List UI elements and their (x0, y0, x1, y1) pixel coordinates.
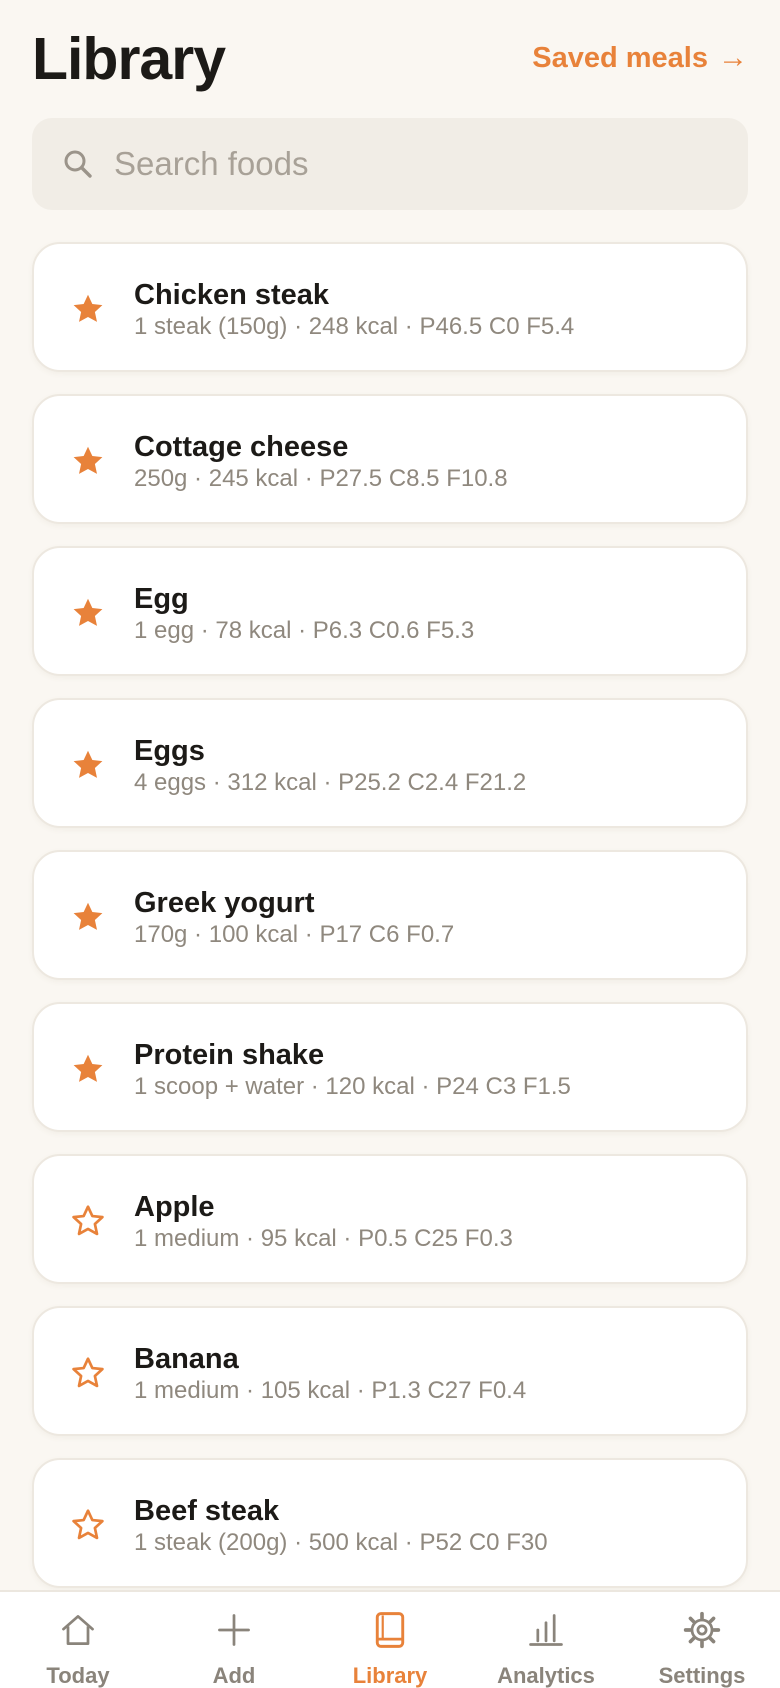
food-nutrition: 1 egg · 78 kcal · P6.3 C0.6 F5.3 (134, 617, 475, 644)
search-bar[interactable] (32, 118, 748, 210)
tab-label: Add (212, 1663, 256, 1688)
star-filled-icon[interactable] (70, 595, 106, 631)
food-card[interactable]: Beef steak 1 steak (200g) · 500 kcal · P… (32, 1458, 748, 1588)
food-nutrition: 1 steak (200g) · 500 kcal · P52 C0 F30 (134, 1529, 548, 1556)
tab-library[interactable]: Library (312, 1592, 468, 1688)
food-name: Protein shake (134, 1039, 325, 1071)
food-name: Chicken steak (134, 279, 330, 311)
saved-meals-label: Saved meals (532, 42, 708, 74)
star-filled-icon[interactable] (70, 1051, 106, 1087)
saved-meals-link[interactable]: Saved meals → (532, 40, 748, 76)
food-name: Apple (134, 1191, 215, 1223)
arrow-right-icon: → (718, 41, 748, 74)
star-filled-icon[interactable] (70, 899, 106, 935)
tab-bar: Today Add Library Analytics Settings (0, 1590, 780, 1688)
food-name: Egg (134, 583, 189, 615)
header: Library Saved meals → (0, 0, 780, 110)
search-icon (64, 150, 92, 178)
star-outline-icon[interactable] (70, 1355, 106, 1391)
food-name: Greek yogurt (134, 887, 315, 919)
tab-today[interactable]: Today (0, 1592, 156, 1688)
food-name: Eggs (134, 735, 205, 767)
tab-label: Library (352, 1663, 428, 1688)
search-input[interactable] (114, 145, 714, 183)
plus-icon (218, 1614, 250, 1646)
food-nutrition: 1 scoop + water · 120 kcal · P24 C3 F1.5 (134, 1073, 571, 1100)
tab-label: Settings (658, 1663, 746, 1688)
food-card[interactable]: Cottage cheese 250g · 245 kcal · P27.5 C… (32, 394, 748, 524)
food-card[interactable]: Eggs 4 eggs · 312 kcal · P25.2 C2.4 F21.… (32, 698, 748, 828)
food-card[interactable]: Protein shake 1 scoop + water · 120 kcal… (32, 1002, 748, 1132)
food-nutrition: 4 eggs · 312 kcal · P25.2 C2.4 F21.2 (134, 769, 527, 796)
tab-add[interactable]: Add (156, 1592, 312, 1688)
star-filled-icon[interactable] (70, 747, 106, 783)
food-card[interactable]: Greek yogurt 170g · 100 kcal · P17 C6 F0… (32, 850, 748, 980)
star-filled-icon[interactable] (70, 291, 106, 327)
food-nutrition: 1 medium · 95 kcal · P0.5 C25 F0.3 (134, 1225, 513, 1252)
food-list: Chicken steak 1 steak (150g) · 248 kcal … (32, 242, 748, 1610)
food-card[interactable]: Egg 1 egg · 78 kcal · P6.3 C0.6 F5.3 (32, 546, 748, 676)
page-title: Library (32, 26, 226, 92)
food-name: Cottage cheese (134, 431, 349, 463)
food-nutrition: 1 medium · 105 kcal · P1.3 C27 F0.4 (134, 1377, 527, 1404)
tab-label: Analytics (497, 1663, 595, 1688)
tab-analytics[interactable]: Analytics (468, 1592, 624, 1688)
food-nutrition: 250g · 245 kcal · P27.5 C8.5 F10.8 (134, 465, 508, 492)
food-card[interactable]: Apple 1 medium · 95 kcal · P0.5 C25 F0.3 (32, 1154, 748, 1284)
food-nutrition: 170g · 100 kcal · P17 C6 F0.7 (134, 921, 455, 948)
food-nutrition: 1 steak (150g) · 248 kcal · P46.5 C0 F5.… (134, 313, 575, 340)
star-outline-icon[interactable] (70, 1203, 106, 1239)
tab-settings[interactable]: Settings (624, 1592, 780, 1688)
food-name: Banana (134, 1343, 239, 1375)
book-icon (375, 1612, 405, 1648)
tab-label: Today (46, 1663, 110, 1688)
food-name: Beef steak (134, 1495, 280, 1527)
star-outline-icon[interactable] (70, 1507, 106, 1543)
house-icon (62, 1615, 94, 1645)
food-card[interactable]: Banana 1 medium · 105 kcal · P1.3 C27 F0… (32, 1306, 748, 1436)
gear-icon (683, 1611, 721, 1649)
bar-chart-icon (529, 1614, 563, 1646)
food-card[interactable]: Chicken steak 1 steak (150g) · 248 kcal … (32, 242, 748, 372)
star-filled-icon[interactable] (70, 443, 106, 479)
